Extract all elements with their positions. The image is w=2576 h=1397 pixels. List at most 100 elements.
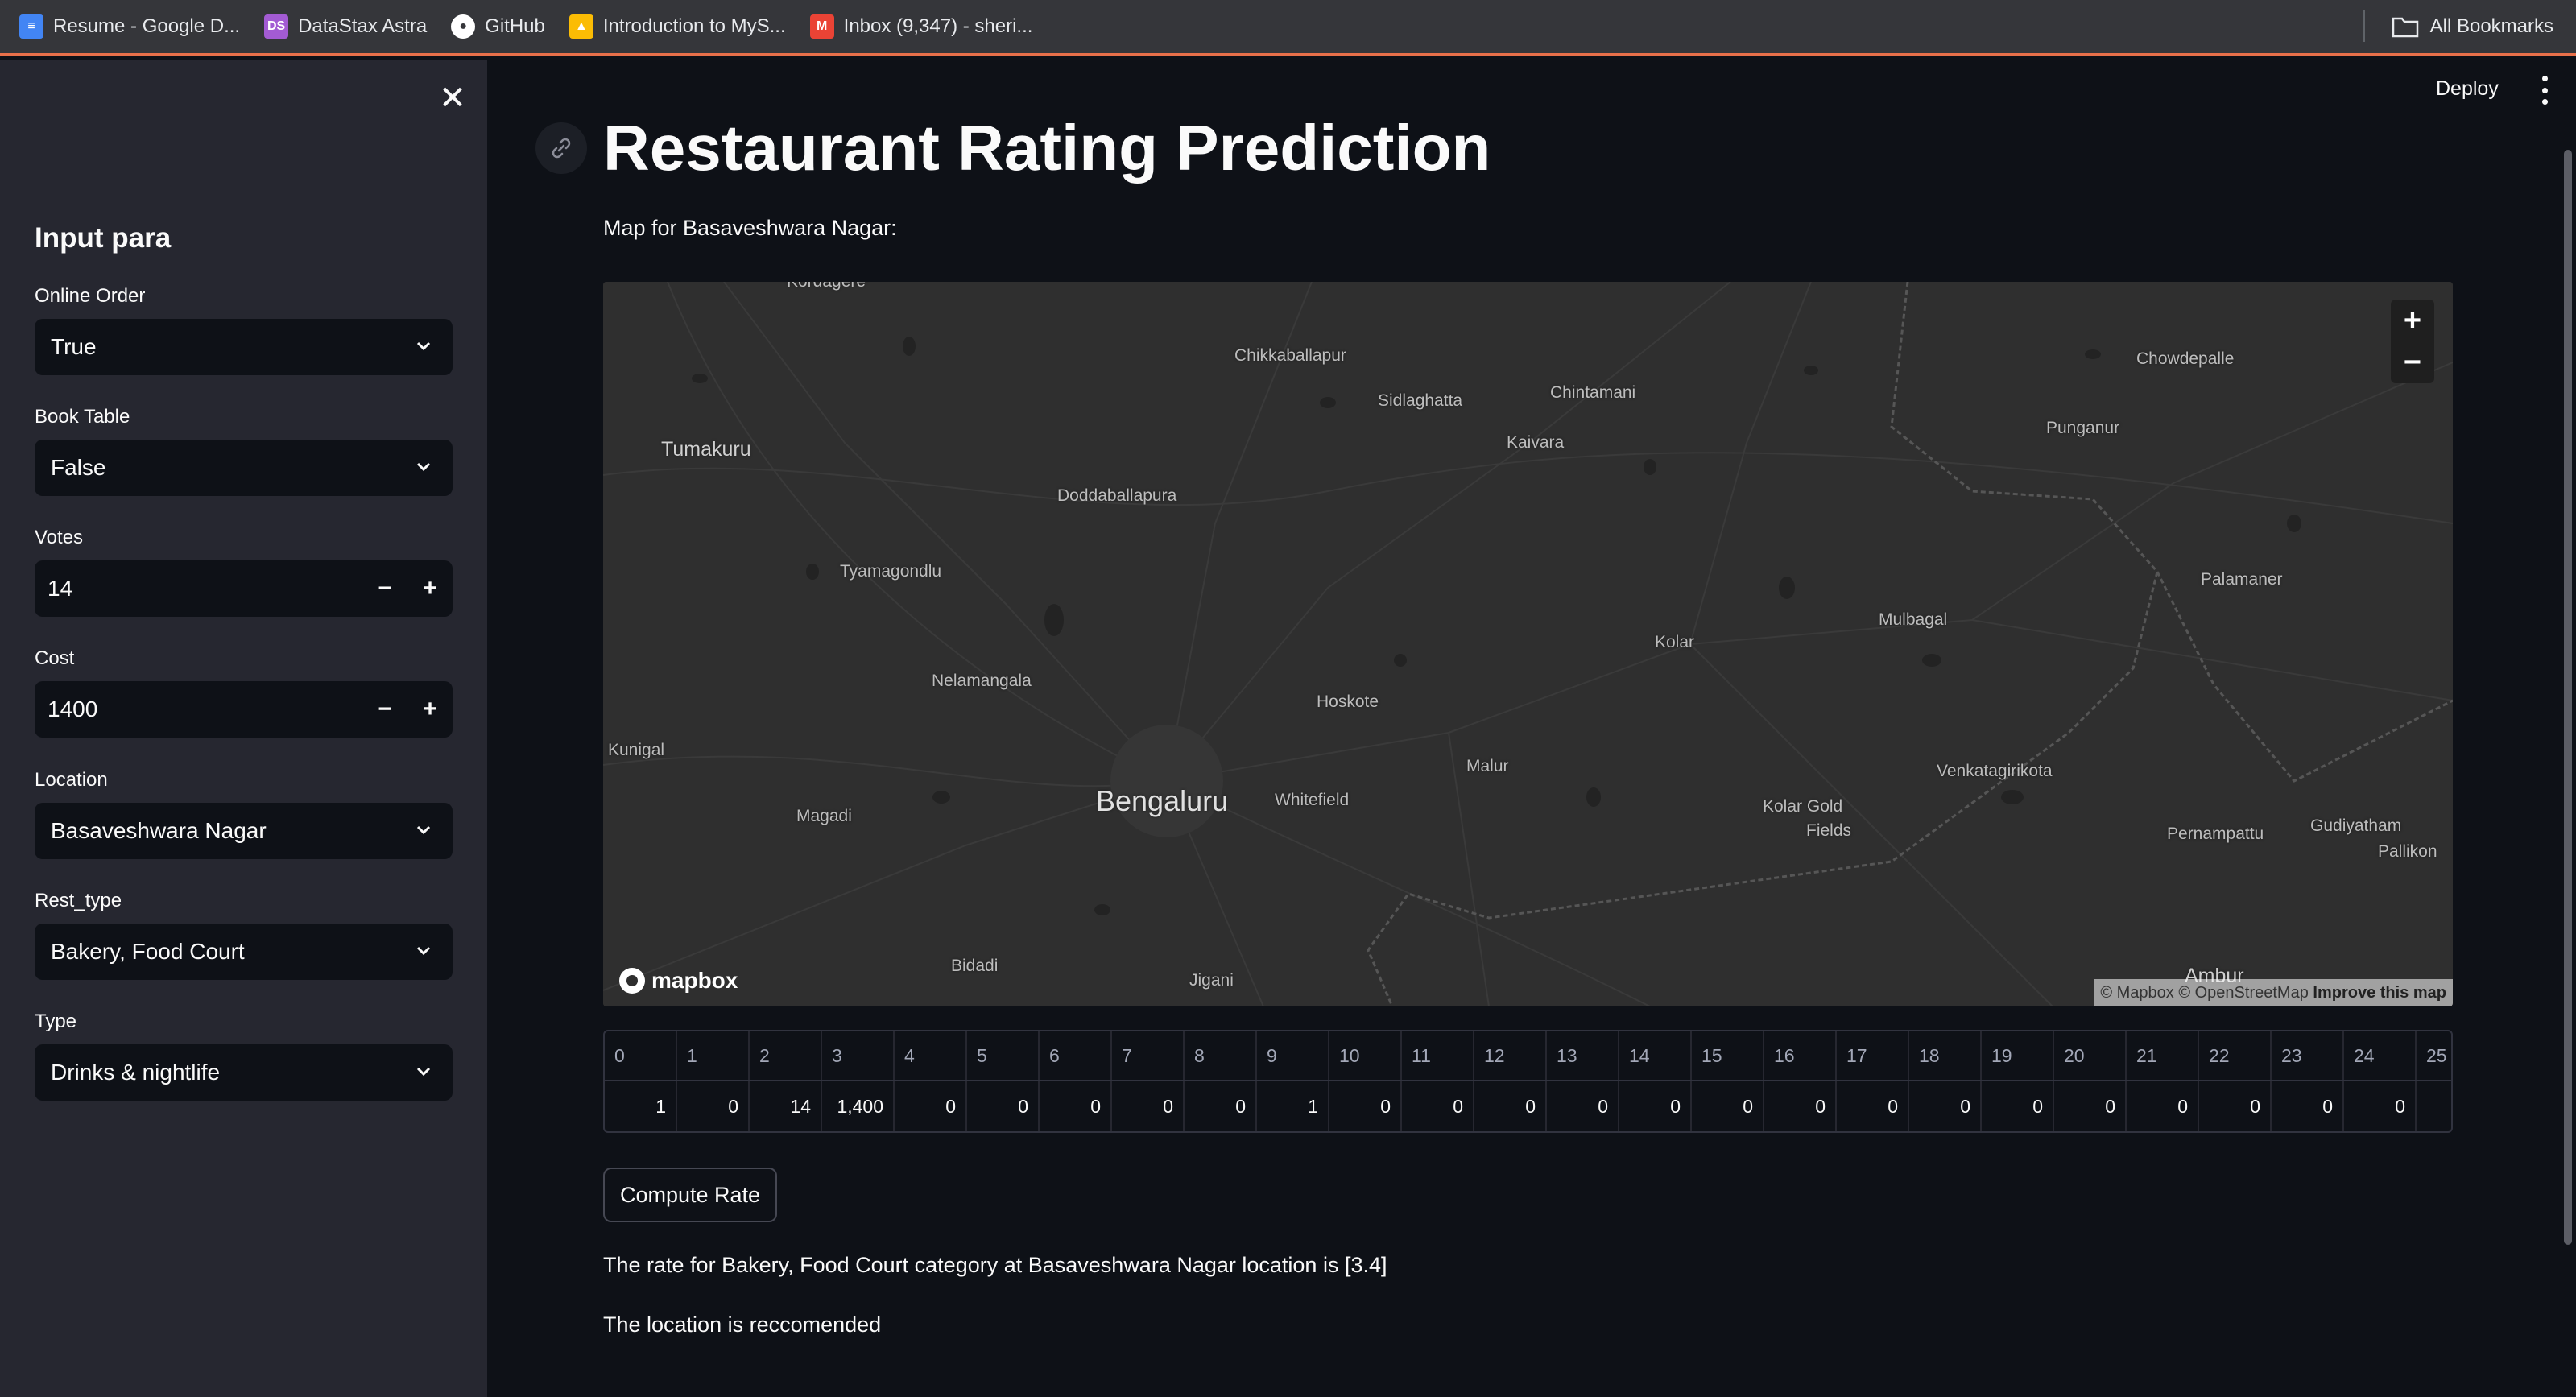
votes-input[interactable]: 14 − + [35,560,453,617]
map-place-label: Pernampattu [2167,825,2264,843]
type-select[interactable]: Drinks & nightlife [35,1044,453,1101]
dataframe-column-header[interactable]: 17 [1837,1031,1909,1080]
scrollbar[interactable] [2564,150,2572,1245]
dataframe-cell[interactable]: 0 [895,1081,967,1131]
dataframe-cell[interactable]: 1 [605,1081,677,1131]
map-place-label: Bengaluru [1096,784,1229,817]
map[interactable]: Kordagere Chikkaballapur Sidlaghatta Chinta… [603,282,2453,1006]
dataframe-column-header[interactable]: 5 [967,1031,1040,1080]
dataframe-column-header[interactable]: 21 [2127,1031,2199,1080]
dataframe-cell[interactable]: 0 [1474,1081,1547,1131]
dataframe-cell[interactable]: 0 [2127,1081,2199,1131]
dataframe-column-header[interactable]: 23 [2272,1031,2344,1080]
dataframe-column-header[interactable]: 10 [1329,1031,1402,1080]
bookmark-item[interactable]: ● GitHub [451,7,545,46]
mapbox-logo-icon [619,968,645,994]
dataframe-column-header[interactable]: 16 [1764,1031,1837,1080]
dataframe-cell[interactable]: 0 [1185,1081,1257,1131]
dataframe-column-header[interactable]: 12 [1474,1031,1547,1080]
dataframe-column-header[interactable]: 6 [1040,1031,1112,1080]
dataframe-cell[interactable]: 0 [1837,1081,1909,1131]
rest-type-field: Rest_type Bakery, Food Court [35,888,453,980]
votes-value[interactable]: 14 [48,576,362,601]
location-select[interactable]: Basaveshwara Nagar [35,803,453,859]
bookmark-item[interactable]: ≡ Resume - Google D... [19,7,240,46]
cost-value[interactable]: 1400 [48,696,362,722]
map-place-label: Tumakuru [661,438,751,461]
bookmark-item[interactable]: DS DataStax Astra [264,7,427,46]
dataframe-column-header[interactable]: 7 [1112,1031,1185,1080]
dataframe-cell[interactable]: 0 [1764,1081,1837,1131]
cost-input[interactable]: 1400 − + [35,681,453,738]
dataframe-column-header[interactable]: 20 [2054,1031,2127,1080]
dataframe-cell[interactable]: 0 [1547,1081,1619,1131]
dataframe-column-header[interactable]: 9 [1257,1031,1329,1080]
input-dataframe[interactable]: 0 1 2 3 4 5 6 7 8 9 10 11 12 13 14 15 16 17 18 19 20 21 22 23 24… [603,1030,2453,1133]
votes-increment-button[interactable]: + [407,560,453,617]
compute-rate-button[interactable]: Compute Rate [603,1168,777,1222]
dataframe-cell[interactable]: 1 [1257,1081,1329,1131]
dataframe-column-header[interactable]: 2 [750,1031,822,1080]
dataframe-cell[interactable]: 0 [2272,1081,2344,1131]
dataframe-column-header[interactable]: 1 [677,1031,750,1080]
type-value: Drinks & nightlife [51,1060,221,1085]
map-caption: Map for Basaveshwara Nagar: [603,216,897,240]
dataframe-column-header[interactable]: 19 [1982,1031,2054,1080]
cost-decrement-button[interactable]: − [362,681,407,738]
bookmark-item[interactable]: M Inbox (9,347) - sheri... [809,7,1033,46]
google-docs-icon: ≡ [19,14,43,39]
dataframe-cell[interactable]: 0 [677,1081,750,1131]
dataframe-cell[interactable]: 0 [1692,1081,1764,1131]
dataframe-cell[interactable]: 0 [2054,1081,2127,1131]
dataframe-cell[interactable]: 0 [967,1081,1040,1131]
dataframe-column-header[interactable]: 22 [2199,1031,2272,1080]
close-sidebar-icon[interactable]: ✕ [432,77,473,119]
dataframe-cell[interactable]: 14 [750,1081,822,1131]
dataframe-column-header[interactable]: 8 [1185,1031,1257,1080]
dataframe-column-header[interactable]: 14 [1619,1031,1692,1080]
map-place-label: Jigani [1189,971,1234,990]
cost-field: Cost 1400 − + [35,646,453,738]
anchor-link-icon[interactable] [535,122,587,174]
bookmark-item[interactable]: ▲ Introduction to MyS... [569,7,786,46]
dataframe-cell[interactable]: 0 [1112,1081,1185,1131]
dataframe-cell[interactable] [2417,1081,2451,1131]
dataframe-column-header[interactable]: 25 [2417,1031,2451,1080]
votes-decrement-button[interactable]: − [362,560,407,617]
dataframe-column-header[interactable]: 11 [1402,1031,1474,1080]
deploy-button[interactable]: Deploy [2436,77,2499,101]
dataframe-column-header[interactable]: 13 [1547,1031,1619,1080]
dataframe-cell[interactable]: 0 [1619,1081,1692,1131]
dataframe-cell[interactable]: 0 [1329,1081,1402,1131]
attribution-text[interactable]: © Mapbox © OpenStreetMap [2100,984,2309,1002]
dataframe-column-header[interactable]: 0 [605,1031,677,1080]
dataframe-cell[interactable]: 1,400 [822,1081,895,1131]
online-order-value: True [51,334,97,359]
dataframe-cell[interactable]: 0 [2199,1081,2272,1131]
improve-map-link[interactable]: Improve this map [2313,984,2446,1002]
cost-increment-button[interactable]: + [407,681,453,738]
dataframe-column-header[interactable]: 3 [822,1031,895,1080]
map-place-label: Punganur [2046,419,2120,437]
dataframe-cell[interactable]: 0 [2344,1081,2417,1131]
dataframe-cell[interactable]: 0 [1909,1081,1982,1131]
all-bookmarks-button[interactable]: All Bookmarks [2392,0,2553,53]
folder-icon [2392,17,2418,38]
book-table-select[interactable]: False [35,440,453,496]
rest-type-select[interactable]: Bakery, Food Court [35,924,453,980]
dataframe-cell[interactable]: 0 [1402,1081,1474,1131]
main-menu-icon[interactable] [2537,76,2553,105]
zoom-out-button[interactable]: − [2391,341,2434,383]
bookmark-label: Inbox (9,347) - sheri... [843,15,1033,37]
dataframe-column-header[interactable]: 15 [1692,1031,1764,1080]
dataframe-column-header[interactable]: 18 [1909,1031,1982,1080]
dataframe-column-header[interactable]: 24 [2344,1031,2417,1080]
dataframe-column-header[interactable]: 4 [895,1031,967,1080]
dataframe-cell[interactable]: 0 [1040,1081,1112,1131]
dataframe-cell[interactable]: 0 [1982,1081,2054,1131]
zoom-in-button[interactable]: + [2391,300,2434,341]
mapbox-logo[interactable]: mapbox [619,968,738,994]
online-order-select[interactable]: True [35,319,453,375]
map-place-label: Gudiyatham [2310,816,2402,835]
map-place-label: Kolar [1655,633,1695,651]
